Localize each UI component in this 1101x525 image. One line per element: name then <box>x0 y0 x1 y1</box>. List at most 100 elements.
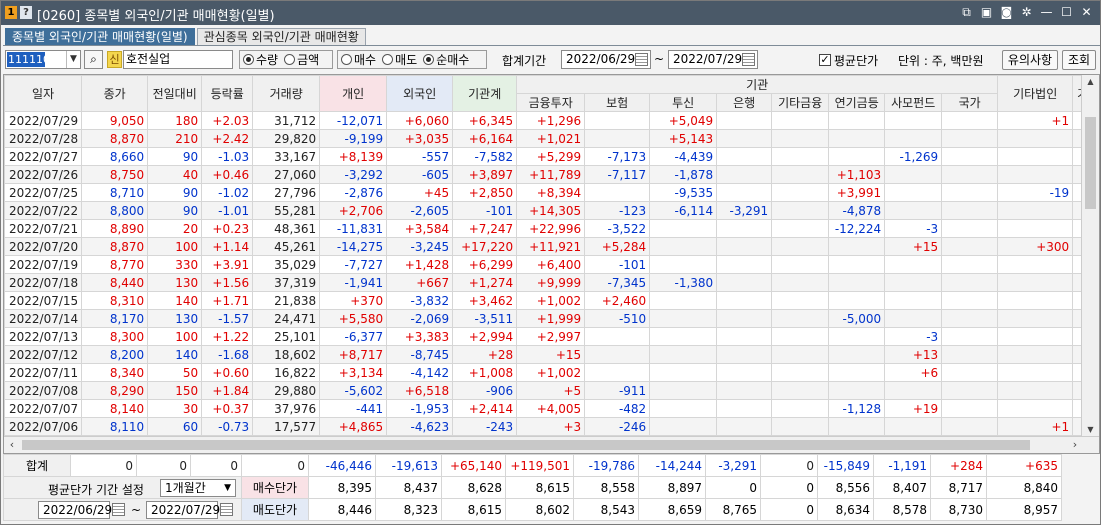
horizontal-scroll-thumb[interactable] <box>22 440 1030 450</box>
calendar-icon[interactable] <box>742 53 755 66</box>
cell-value <box>997 273 1074 292</box>
col-private-fund[interactable]: 사모펀드 <box>884 93 943 112</box>
cell-value <box>884 255 943 274</box>
radio-buy[interactable]: 매수 <box>341 51 376 68</box>
table-row[interactable]: 2022/07/28 8,870 210 +2.42 29,820 -9,199 +3,03… <box>4 129 1094 148</box>
table-row[interactable]: 2022/07/29 9,050 180 +2.03 31,712 -12,071 +6,0… <box>4 111 1094 130</box>
chevron-down-icon[interactable]: ▼ <box>224 480 231 496</box>
table-row[interactable]: 2022/07/12 8,200 140 -1.68 18,602 +8,717 -8,74… <box>4 345 1094 364</box>
table-row[interactable]: 2022/07/27 8,660 90 -1.03 33,167 +8,139 -557 -7… <box>4 147 1094 166</box>
radio-net-buy[interactable]: 순매수 <box>423 51 469 68</box>
table-row[interactable]: 2022/07/25 8,710 90 -1.02 27,796 -2,876 +45 +2,… <box>4 183 1094 202</box>
scroll-up-icon[interactable]: ▲ <box>1082 75 1099 89</box>
close-icon[interactable]: ✕ <box>1079 4 1094 21</box>
avg-period-select[interactable]: 1개월간 ▼ <box>160 479 236 497</box>
gear-icon[interactable]: ✲ <box>1019 4 1034 21</box>
cell-value: -9,199 <box>319 129 388 148</box>
horizontal-scrollbar[interactable]: ‹ › <box>4 436 1099 453</box>
camera-icon[interactable]: ◙ <box>999 4 1014 21</box>
col-other-finance[interactable]: 기타금융 <box>771 93 830 112</box>
total-cell: 0 <box>760 454 818 477</box>
table-row[interactable]: 2022/07/21 8,890 20 +0.23 48,361 -11,831 +3,58… <box>4 219 1094 238</box>
table-row[interactable]: 2022/07/26 8,750 40 +0.46 27,060 -3,292 -605 +3… <box>4 165 1094 184</box>
col-investment-trust[interactable]: 투신 <box>649 93 718 112</box>
col-foreign[interactable]: 외국인 <box>386 75 454 112</box>
avg-date-control: 2022/06/29 ~ 2022/07/29 <box>3 498 242 521</box>
query-button[interactable]: 조회 <box>1062 50 1096 70</box>
tab-stock-daily[interactable]: 종목별 외국인/기관 매매현황(일별) <box>5 28 195 46</box>
end-date-input[interactable]: 2022/07/29 <box>668 50 758 69</box>
radio-sell[interactable]: 매도 <box>382 51 417 68</box>
col-volume[interactable]: 거래량 <box>252 75 321 112</box>
cell-value: +3,991 <box>828 183 886 202</box>
table-row[interactable]: 2022/07/22 8,800 90 -1.01 55,281 +2,706 -2,605… <box>4 201 1094 220</box>
cell-value <box>716 291 773 310</box>
start-date-input[interactable]: 2022/06/29 <box>561 50 651 69</box>
table-row[interactable]: 2022/07/07 8,140 30 +0.37 37,976 -441 -1,953 +2… <box>4 399 1094 418</box>
col-insurance[interactable]: 보험 <box>584 93 651 112</box>
chevron-down-icon[interactable]: ▼ <box>66 51 80 68</box>
col-bank[interactable]: 은행 <box>716 93 773 112</box>
calendar-icon[interactable] <box>635 53 648 66</box>
avg-end-date-input[interactable]: 2022/07/29 <box>146 501 220 519</box>
cell-value <box>884 417 943 436</box>
col-change[interactable]: 전일대비 <box>147 75 203 112</box>
scroll-right-icon[interactable]: › <box>1067 437 1083 453</box>
col-institution-total[interactable]: 기관계 <box>452 75 518 112</box>
cell-value <box>649 237 718 256</box>
avg-start-date-input[interactable]: 2022/06/29 <box>38 501 112 519</box>
col-rate[interactable]: 등락률 <box>201 75 254 112</box>
radio-quantity[interactable]: 수량 <box>243 51 278 68</box>
vertical-scrollbar[interactable]: ▲ ▼ <box>1081 75 1099 437</box>
calendar-icon[interactable] <box>220 503 233 516</box>
scroll-left-icon[interactable]: ‹ <box>4 437 20 453</box>
cell-value: +1,002 <box>516 291 586 310</box>
screen-number-icon[interactable]: 1 <box>5 6 17 19</box>
cell-close: 8,870 <box>81 129 149 148</box>
col-government[interactable]: 국가 <box>941 93 999 112</box>
table-row[interactable]: 2022/07/15 8,310 140 +1.71 21,838 +370 -3,832 +… <box>4 291 1094 310</box>
col-individual[interactable]: 개인 <box>319 75 388 112</box>
cell-date: 2022/07/25 <box>4 183 83 202</box>
table-row[interactable]: 2022/07/14 8,170 130 -1.57 24,471 +5,580 -2,06… <box>4 309 1094 328</box>
col-date[interactable]: 일자 <box>4 75 83 112</box>
cell-value <box>828 129 886 148</box>
total-cell: -19,786 <box>573 454 639 477</box>
scroll-down-icon[interactable]: ▼ <box>1082 423 1099 437</box>
table-row[interactable]: 2022/07/06 8,110 60 -0.73 17,577 +4,865 -4,623… <box>4 417 1094 436</box>
cell-date: 2022/07/27 <box>4 147 83 166</box>
col-other-corp[interactable]: 기타법인 <box>997 75 1074 112</box>
save-icon[interactable]: ▣ <box>979 4 994 21</box>
cell-volume: 17,577 <box>252 417 321 436</box>
vertical-scroll-thumb[interactable] <box>1085 117 1096 209</box>
cell-value <box>649 345 718 364</box>
notice-button[interactable]: 유의사항 <box>1002 50 1058 70</box>
help-icon[interactable]: ? <box>20 6 32 19</box>
table-row[interactable]: 2022/07/08 8,290 150 +1.84 29,880 -5,602 +6,51… <box>4 381 1094 400</box>
maximize-icon[interactable]: ☐ <box>1059 4 1074 21</box>
cell-value: +1.22 <box>201 327 254 346</box>
calendar-icon[interactable] <box>112 503 125 516</box>
table-row[interactable]: 2022/07/18 8,440 130 +1.56 37,319 -1,941 +667 +… <box>4 273 1094 292</box>
table-row[interactable]: 2022/07/19 8,770 330 +3.91 35,029 -7,727 +1,42… <box>4 255 1094 274</box>
buy-price-cell: 8,558 <box>573 476 639 499</box>
buy-price-cell: 8,897 <box>638 476 706 499</box>
col-close[interactable]: 종가 <box>81 75 149 112</box>
col-pension[interactable]: 연기금등 <box>828 93 886 112</box>
avg-price-checkbox[interactable]: ✓ <box>819 54 831 66</box>
col-financial-investment[interactable]: 금융투자 <box>516 93 586 112</box>
cell-value: +1,008 <box>452 363 518 382</box>
tab-watchlist[interactable]: 관심종목 외국인/기관 매매현황 <box>196 28 366 46</box>
stock-code-input[interactable]: 111110 ▼ <box>5 50 81 69</box>
minimize-icon[interactable]: — <box>1039 4 1054 21</box>
radio-amount[interactable]: 금액 <box>284 51 319 68</box>
table-row[interactable]: 2022/07/13 8,300 100 +1.22 25,101 -6,377 +3,38… <box>4 327 1094 346</box>
total-cell: -1,191 <box>873 454 931 477</box>
cell-close: 8,300 <box>81 327 149 346</box>
cell-close: 8,200 <box>81 345 149 364</box>
table-row[interactable]: 2022/07/11 8,340 50 +0.60 16,822 +3,134 -4,142… <box>4 363 1094 382</box>
table-row[interactable]: 2022/07/20 8,870 100 +1.14 45,261 -14,275 -3,2… <box>4 237 1094 256</box>
cell-date: 2022/07/11 <box>4 363 83 382</box>
link-icon[interactable]: ⧉ <box>959 4 974 21</box>
search-icon[interactable]: ⌕ <box>84 50 103 69</box>
